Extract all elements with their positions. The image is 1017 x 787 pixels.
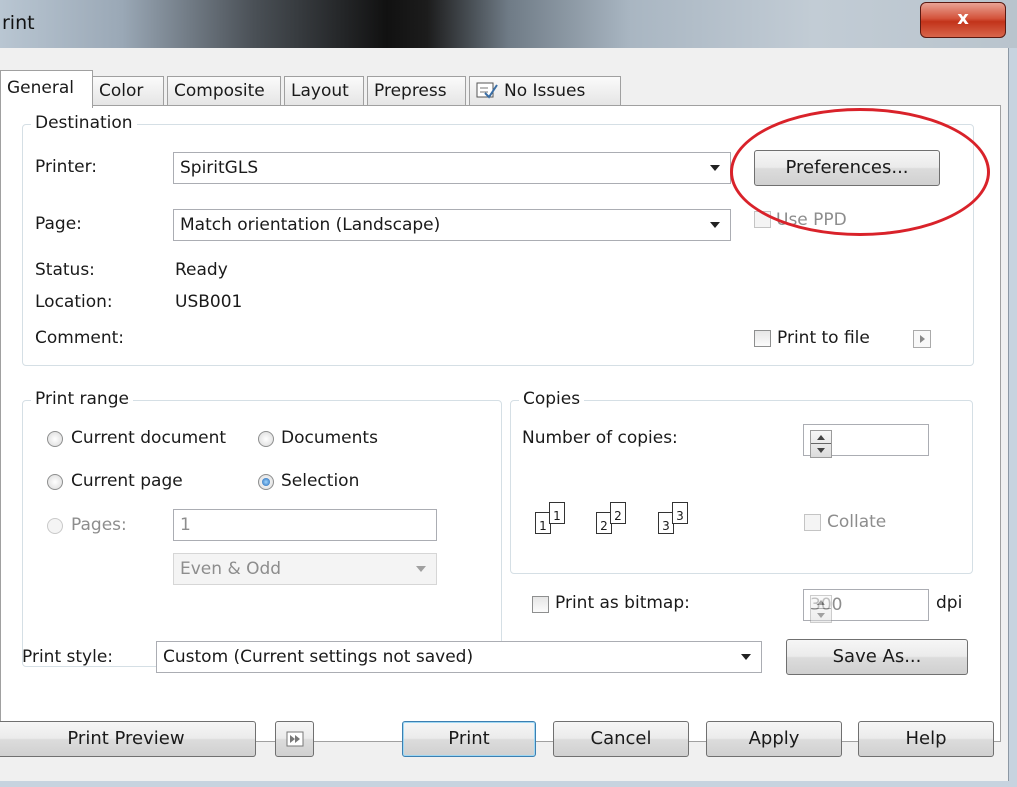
page-select[interactable]: Match orientation (Landscape) <box>173 209 731 241</box>
print-range-group-label: Print range <box>31 389 133 409</box>
print-preview-label: Print Preview <box>67 728 185 749</box>
help-button[interactable]: Help <box>858 721 994 757</box>
location-value: USB001 <box>175 292 243 312</box>
close-icon: x <box>957 8 969 29</box>
pages-radio[interactable] <box>47 518 63 534</box>
tab-general-label: General <box>7 78 74 98</box>
tab-composite-label: Composite <box>174 81 265 101</box>
fast-forward-icon <box>286 731 303 747</box>
tab-color[interactable]: Color <box>92 76 164 106</box>
print-to-file-label: Print to file <box>777 328 870 348</box>
preferences-label: Preferences... <box>785 157 909 178</box>
dpi-input[interactable]: 300 <box>803 589 929 623</box>
pages-input[interactable]: 1 <box>173 509 437 541</box>
documents-radio[interactable] <box>258 431 274 447</box>
print-as-bitmap-checkbox[interactable] <box>532 596 549 613</box>
dpi-unit: dpi <box>936 593 963 613</box>
page-label: Page: <box>35 214 82 234</box>
copies-group-label: Copies <box>519 389 585 409</box>
page-icon: 1 <box>549 502 565 524</box>
tab-general[interactable]: General <box>0 70 93 108</box>
window-frame: General Color Composite Layout Prepress … <box>0 48 1017 787</box>
collate-checkbox[interactable] <box>804 514 821 531</box>
page-icon: 3 <box>672 502 688 524</box>
dialog-client: General Color Composite Layout Prepress … <box>0 48 1009 781</box>
use-ppd-checkbox[interactable] <box>754 211 771 228</box>
expand-arrow-icon[interactable] <box>913 330 931 348</box>
status-label: Status: <box>35 260 95 280</box>
number-of-copies-input[interactable]: 1 <box>803 424 929 458</box>
current-document-label: Current document <box>71 428 227 448</box>
tab-no-issues[interactable]: No Issues <box>469 76 621 106</box>
tab-prepress-label: Prepress <box>374 81 447 101</box>
printer-select[interactable]: SpiritGLS <box>173 152 731 184</box>
tab-layout-label: Layout <box>291 81 349 101</box>
print-style-label: Print style: <box>22 647 114 667</box>
title-bar: rint x <box>0 0 1017 48</box>
selection-label: Selection <box>281 471 360 491</box>
chevron-down-icon <box>741 654 751 660</box>
current-document-radio[interactable] <box>47 431 63 447</box>
copies-spinner[interactable] <box>810 430 832 458</box>
documents-label: Documents <box>281 428 378 448</box>
general-panel: Destination Printer: SpiritGLS Preferenc… <box>0 105 1001 742</box>
page-value: Match orientation (Landscape) <box>180 215 441 235</box>
printer-value: SpiritGLS <box>180 158 259 178</box>
print-to-file-checkbox[interactable] <box>754 330 771 347</box>
apply-button[interactable]: Apply <box>706 721 842 757</box>
cancel-button[interactable]: Cancel <box>553 721 689 757</box>
tab-layout[interactable]: Layout <box>284 76 364 106</box>
use-ppd-label: Use PPD <box>776 210 847 230</box>
number-of-copies-label: Number of copies: <box>522 428 678 448</box>
comment-label: Comment: <box>35 328 125 348</box>
page-icon: 2 <box>610 502 626 524</box>
fast-forward-button[interactable] <box>275 721 314 757</box>
print-button[interactable]: Print <box>402 721 536 757</box>
pages-label: Pages: <box>71 515 127 535</box>
chevron-down-icon <box>710 222 720 228</box>
tab-prepress[interactable]: Prepress <box>367 76 466 106</box>
collate-label: Collate <box>827 512 887 532</box>
tab-composite[interactable]: Composite <box>167 76 281 106</box>
current-page-radio[interactable] <box>47 474 63 490</box>
apply-label: Apply <box>748 728 800 749</box>
tab-no-issues-label: No Issues <box>504 81 586 101</box>
chevron-down-icon <box>416 566 426 572</box>
print-as-bitmap-label: Print as bitmap: <box>555 593 690 613</box>
status-value: Ready <box>175 260 228 280</box>
even-odd-select[interactable]: Even & Odd <box>173 553 437 585</box>
destination-group-label: Destination <box>31 113 137 133</box>
selected-dot <box>262 478 270 486</box>
save-as-button[interactable]: Save As... <box>786 639 968 675</box>
pages-value: 1 <box>180 515 191 535</box>
preferences-button[interactable]: Preferences... <box>754 150 940 186</box>
even-odd-value: Even & Odd <box>180 559 282 579</box>
chevron-down-icon <box>710 165 720 171</box>
print-label: Print <box>448 728 490 749</box>
print-preview-button[interactable]: Print Preview <box>0 721 256 757</box>
printer-label: Printer: <box>35 157 97 177</box>
print-style-select[interactable]: Custom (Current settings not saved) <box>156 641 762 673</box>
dpi-spinner[interactable] <box>810 595 832 623</box>
window-title: rint <box>2 12 35 34</box>
selection-radio[interactable] <box>258 474 274 490</box>
save-as-label: Save As... <box>832 646 922 667</box>
cancel-label: Cancel <box>590 728 652 749</box>
help-label: Help <box>905 728 947 749</box>
current-page-label: Current page <box>71 471 183 491</box>
print-style-value: Custom (Current settings not saved) <box>163 647 474 667</box>
checklist-icon <box>476 82 498 99</box>
location-label: Location: <box>35 292 113 312</box>
tab-color-label: Color <box>99 81 144 101</box>
close-button[interactable]: x <box>920 2 1006 38</box>
